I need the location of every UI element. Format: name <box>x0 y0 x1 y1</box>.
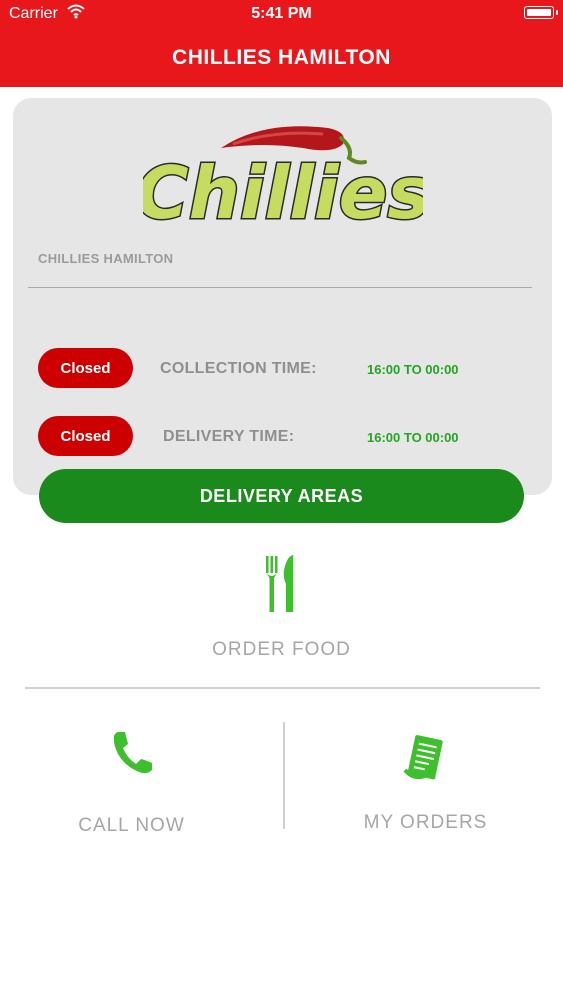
collection-time-label: COLLECTION TIME: <box>160 360 317 377</box>
logo-text: Chillies <box>143 151 423 233</box>
page-title: CHILLIES HAMILTON <box>172 46 391 69</box>
restaurant-card: Chillies CHILLIES HAMILTON Closed COLLEC… <box>13 98 552 495</box>
restaurant-name: CHILLIES HAMILTON <box>38 251 174 266</box>
receipt-icon <box>403 735 443 780</box>
delivery-areas-button[interactable]: DELIVERY AREAS <box>39 469 524 523</box>
chillies-logo: Chillies <box>143 126 423 233</box>
status-bar: Carrier 5:41 PM <box>0 0 563 29</box>
vertical-divider <box>283 722 285 829</box>
call-now-button[interactable]: CALL NOW <box>40 726 223 841</box>
delivery-time-value: 16:00 TO 00:00 <box>367 430 459 445</box>
delivery-time-label: DELIVERY TIME: <box>163 428 295 445</box>
battery-icon <box>524 6 558 19</box>
collection-time-value: 16:00 TO 00:00 <box>367 362 459 377</box>
collection-status-badge[interactable]: Closed <box>38 348 133 388</box>
my-orders-label: MY ORDERS <box>363 812 488 833</box>
fork-knife-icon <box>266 555 293 612</box>
my-orders-button[interactable]: MY ORDERS <box>333 732 518 842</box>
status-time: 5:41 PM <box>251 5 312 22</box>
order-food-button[interactable]: ORDER FOOD <box>180 548 383 668</box>
order-food-label: ORDER FOOD <box>212 639 351 660</box>
call-now-label: CALL NOW <box>78 815 185 836</box>
delivery-status-badge[interactable]: Closed <box>38 416 133 456</box>
phone-icon <box>113 732 152 774</box>
horizontal-divider <box>25 687 540 689</box>
card-divider <box>28 287 532 288</box>
nav-bar: CHILLIES HAMILTON <box>0 29 563 87</box>
